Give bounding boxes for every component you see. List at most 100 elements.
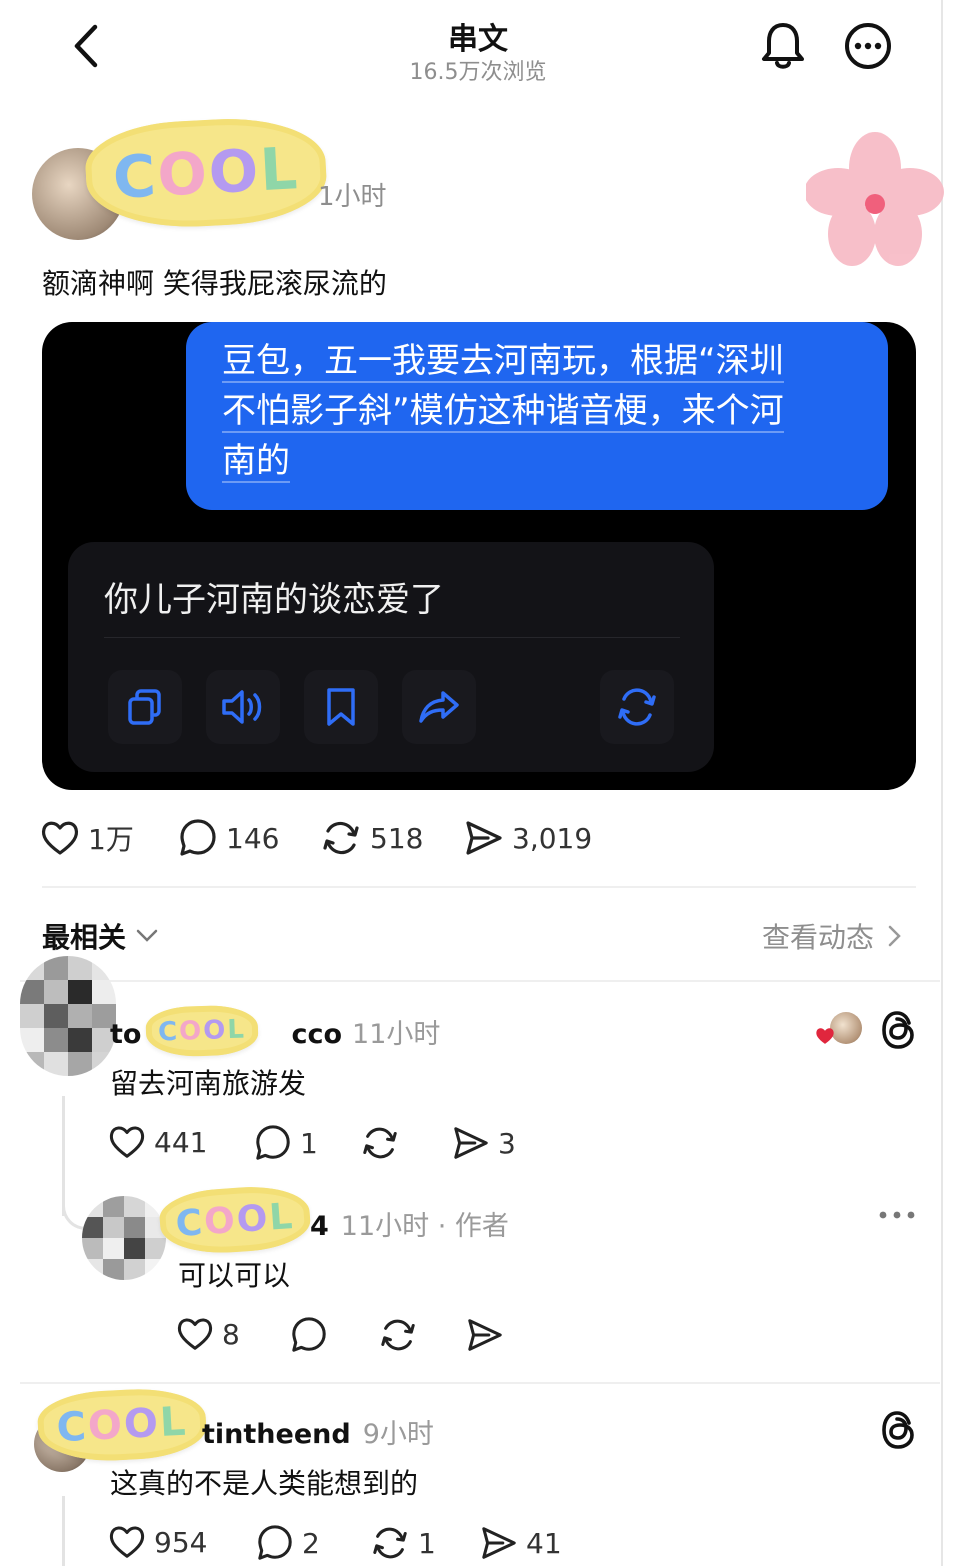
bot-reply-text: 你儿子河南的谈恋爱了 — [104, 580, 444, 620]
user-message-line: 南的 — [222, 441, 290, 483]
like-button[interactable]: 1万 — [40, 818, 134, 858]
comment-repost-button[interactable]: 1 — [370, 1524, 436, 1562]
flower-sticker — [806, 132, 944, 266]
reply-header: 4 11小时 · 作者 — [310, 1204, 509, 1243]
comment-reply-button[interactable]: 1 — [254, 1124, 318, 1162]
share-button[interactable] — [402, 670, 476, 744]
comment-bubble-icon — [258, 1525, 292, 1560]
reply-text: 可以可以 — [178, 1259, 291, 1292]
bookmark-button[interactable] — [304, 670, 378, 744]
refresh-icon — [618, 688, 656, 726]
user-message-bubble: 豆包，五一我要去河南玩，根据“深圳 不怕影子斜”模仿这种谐音梗，来个河 南的 — [186, 322, 888, 510]
threads-link[interactable] — [880, 1010, 916, 1054]
more-options-button[interactable] — [840, 18, 896, 74]
reply-comment-button[interactable] — [290, 1316, 328, 1354]
page-title: 串文 — [448, 22, 508, 57]
reply-username-end[interactable]: 4 — [310, 1211, 329, 1242]
cool-sticker: COOL — [83, 113, 329, 233]
section-divider — [42, 886, 916, 888]
more-horizontal-icon — [879, 1211, 915, 1219]
comment-like-button[interactable]: 441 — [108, 1124, 207, 1160]
repost-count: 518 — [370, 821, 424, 855]
repost-icon — [381, 1319, 415, 1351]
reply-send-button[interactable] — [466, 1316, 504, 1354]
post-text: 额滴神啊 笑得我屁滚尿流的 — [42, 267, 387, 300]
regenerate-button[interactable] — [600, 670, 674, 744]
comment-username-start[interactable]: to — [110, 1019, 141, 1050]
reply-repost-button[interactable] — [378, 1316, 418, 1354]
heart-icon — [109, 1526, 145, 1558]
send-icon — [454, 1127, 488, 1159]
comment-time: 9小时 — [362, 1419, 434, 1450]
comment-username-end[interactable]: tintheend — [202, 1419, 351, 1450]
notification-button[interactable] — [756, 18, 810, 74]
more-circle-icon — [845, 23, 891, 69]
threads-logo-icon — [882, 1411, 914, 1449]
heart-icon — [41, 821, 79, 855]
comment-like-button[interactable]: 954 — [108, 1524, 207, 1560]
reply-like-button[interactable]: 8 — [176, 1316, 240, 1352]
activity-label: 查看动态 — [762, 921, 875, 954]
comment-send-button[interactable]: 41 — [480, 1524, 562, 1562]
comment-bubble-icon — [292, 1317, 326, 1352]
reply-avatar[interactable] — [82, 1196, 166, 1280]
share-count: 3,019 — [512, 821, 593, 855]
commenter-avatar[interactable] — [20, 956, 116, 1076]
copy-icon — [128, 689, 161, 725]
post-time: 1小时 — [318, 182, 387, 212]
comment-button[interactable]: 146 — [178, 818, 279, 858]
repost-icon — [323, 821, 359, 855]
comment-username-end[interactable]: cco — [291, 1019, 342, 1050]
repost-icon — [363, 1127, 397, 1159]
comment-repost-button[interactable] — [360, 1124, 400, 1162]
repost-button[interactable]: 518 — [320, 818, 423, 858]
comment-like-count: 441 — [154, 1125, 208, 1159]
like-count: 1万 — [88, 823, 134, 856]
comment-send-button[interactable]: 3 — [452, 1124, 516, 1162]
comment-reply-button[interactable]: 2 — [256, 1524, 320, 1562]
comment-share-count: 3 — [498, 1126, 516, 1160]
sort-label: 最相关 — [42, 921, 127, 954]
comment-divider — [20, 1382, 940, 1384]
comment-reply-count: 1 — [300, 1126, 318, 1160]
send-icon — [466, 821, 502, 855]
thread-connector — [62, 1496, 65, 1566]
cool-sticker: COOL — [157, 1182, 313, 1258]
bell-icon — [762, 23, 804, 69]
read-aloud-button[interactable] — [206, 670, 280, 744]
reply-like-count: 8 — [222, 1317, 240, 1351]
comment-share-count: 41 — [526, 1526, 562, 1560]
cool-sticker: COOL — [36, 1385, 208, 1465]
author-liked-indicator — [814, 1012, 862, 1048]
send-icon — [468, 1319, 502, 1351]
send-button[interactable]: 3,019 — [464, 818, 592, 858]
copy-button[interactable] — [108, 670, 182, 744]
comment-repost-count: 1 — [418, 1526, 436, 1560]
comment-bubble-icon — [180, 819, 216, 856]
heart-filled-icon — [816, 1028, 834, 1044]
chevron-right-icon — [888, 925, 901, 947]
repost-icon — [373, 1527, 407, 1559]
heart-icon — [177, 1318, 213, 1350]
section-divider — [20, 980, 940, 982]
user-message-line: 豆包，五一我要去河南玩，根据“深圳 — [222, 341, 784, 383]
comment-header: tintheend 9小时 — [202, 1412, 434, 1451]
share-icon — [419, 691, 459, 723]
back-button[interactable] — [60, 20, 112, 72]
bookmark-icon — [327, 688, 355, 726]
view-activity-link[interactable]: 查看动态 — [762, 916, 902, 956]
comment-time: 11小时 — [352, 1019, 441, 1050]
threads-logo-icon — [882, 1011, 914, 1049]
comment-like-count: 954 — [154, 1525, 208, 1559]
view-count: 16.5万次浏览 — [409, 60, 547, 85]
reply-more-button[interactable] — [878, 1206, 916, 1225]
speaker-icon — [222, 690, 262, 724]
comment-text: 留去河南旅游发 — [110, 1067, 307, 1100]
comment-count: 146 — [226, 821, 280, 855]
sort-dropdown[interactable]: 最相关 — [42, 916, 158, 956]
reply-time: 11小时 · 作者 — [340, 1211, 509, 1242]
threads-link[interactable] — [880, 1410, 916, 1454]
comment-bubble-icon — [256, 1125, 290, 1160]
comment-reply-count: 2 — [302, 1526, 320, 1560]
send-icon — [482, 1527, 516, 1559]
